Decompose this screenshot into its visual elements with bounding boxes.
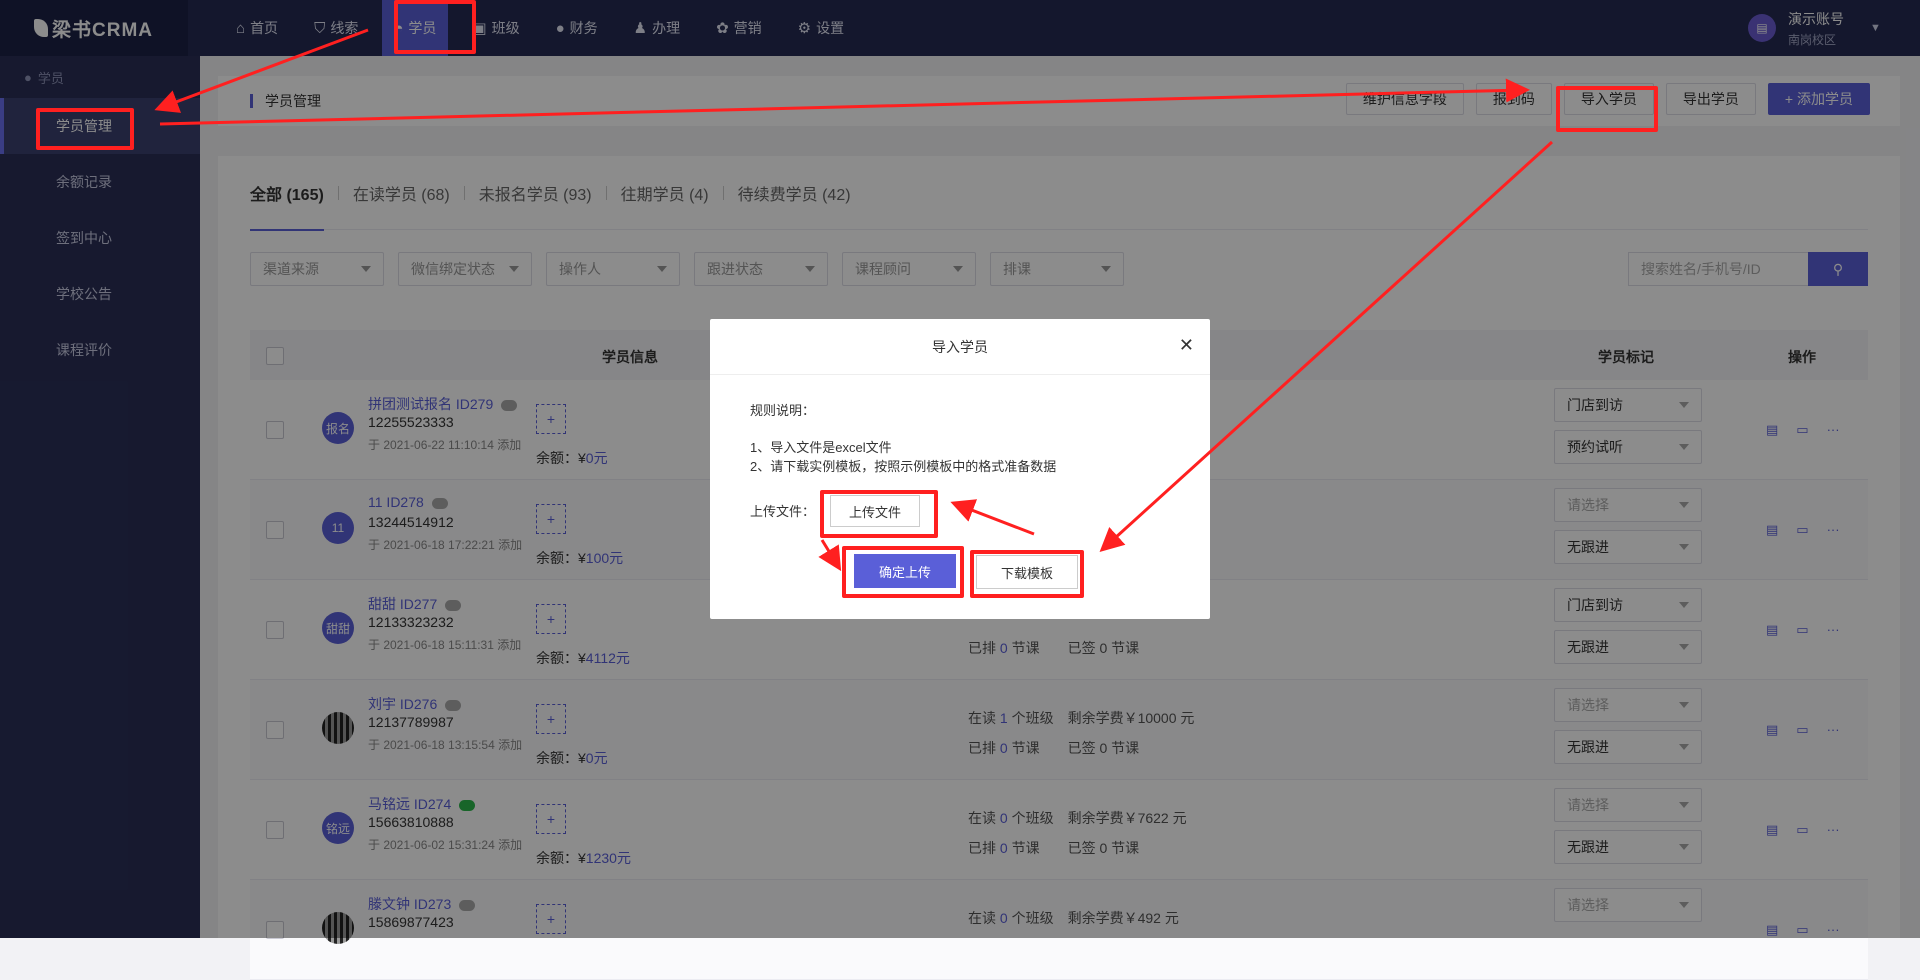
- annotation-arrow: [159, 78, 1530, 126]
- annotation-arrow: [950, 499, 1035, 536]
- annotation-arrow: [1099, 140, 1554, 553]
- annotation-arrow: [818, 539, 842, 572]
- annotation-arrow: [154, 28, 369, 113]
- annotation-arrows: [154, 28, 1554, 572]
